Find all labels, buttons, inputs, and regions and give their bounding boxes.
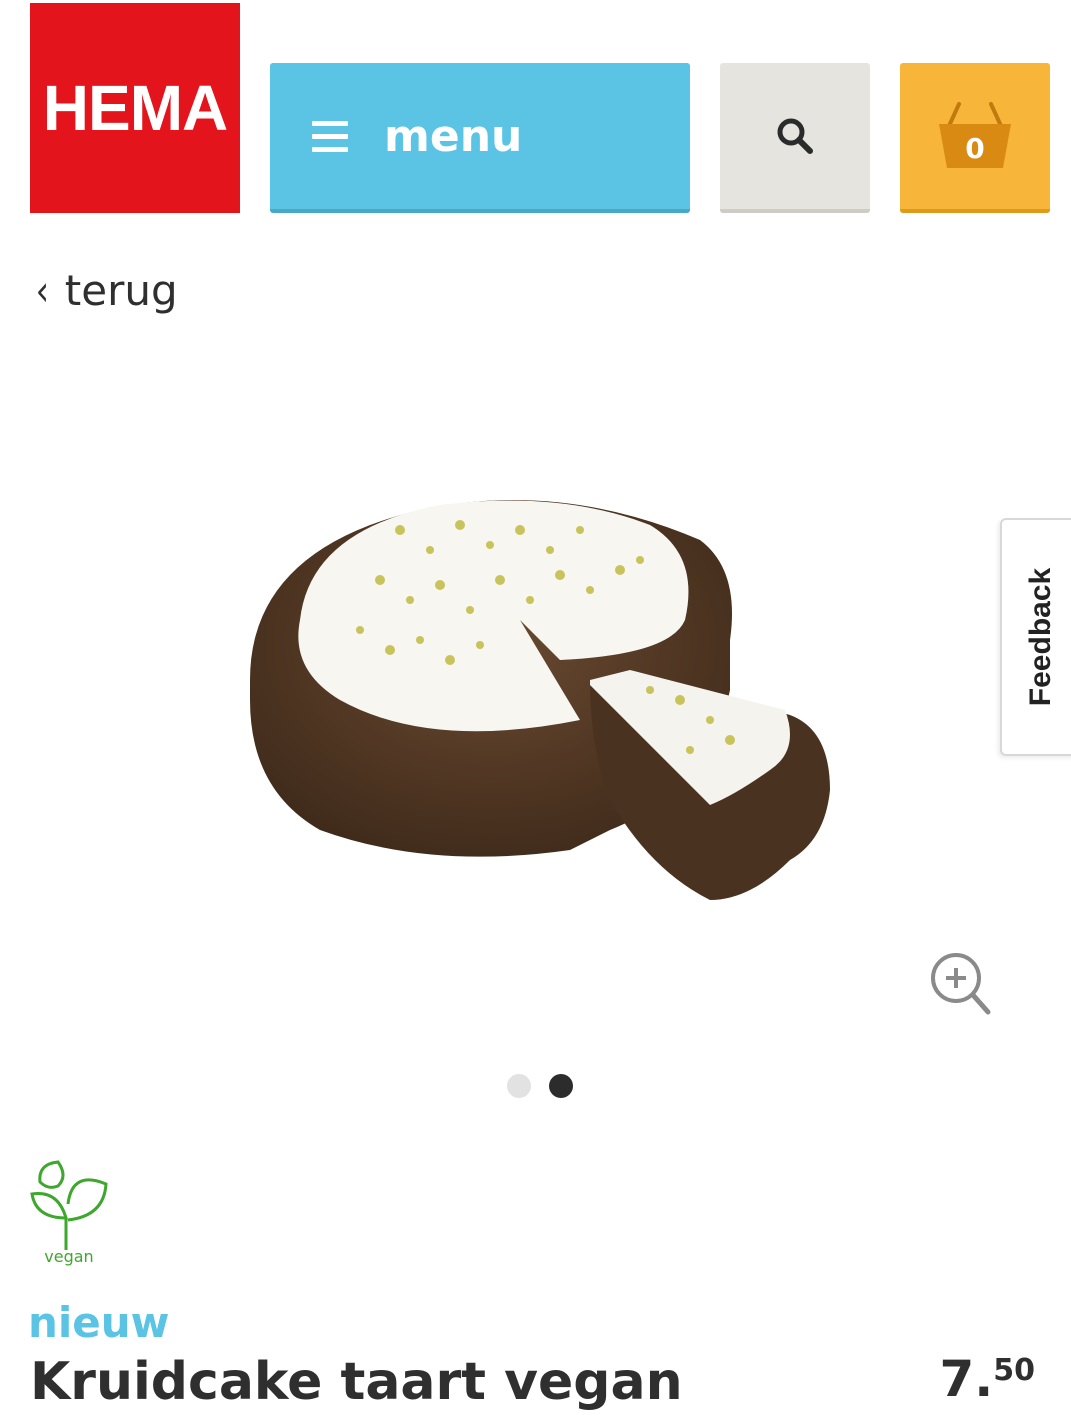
search-icon — [777, 118, 813, 154]
product-title: Kruidcake taart vegan — [30, 1352, 683, 1412]
hema-logo[interactable]: HEMA — [30, 3, 240, 213]
carousel-dots — [507, 1074, 573, 1098]
menu-button[interactable]: menu — [270, 63, 690, 213]
price-cents: 50 — [993, 1353, 1035, 1388]
feedback-tab[interactable]: Feedback — [1000, 518, 1071, 756]
cart-count: 0 — [965, 132, 985, 165]
back-label: terug — [64, 266, 178, 315]
product-price: 7. 50 — [939, 1350, 1035, 1408]
search-button[interactable] — [720, 63, 870, 213]
menu-label: menu — [384, 110, 523, 162]
vegan-label: vegan — [44, 1247, 94, 1266]
cart-button[interactable]: 0 — [900, 63, 1050, 213]
carousel-dot-2[interactable] — [549, 1074, 573, 1098]
product-image[interactable] — [230, 470, 850, 930]
logo-text: HEMA — [42, 72, 228, 144]
back-link[interactable]: ‹ terug — [34, 266, 178, 315]
zoom-in-icon[interactable] — [928, 950, 992, 1016]
hamburger-icon — [312, 118, 348, 154]
chevron-left-icon: ‹ — [35, 266, 50, 315]
new-tag: nieuw — [28, 1298, 170, 1347]
carousel-dot-1[interactable] — [507, 1074, 531, 1098]
price-euros: 7 — [939, 1350, 975, 1408]
feedback-label: Feedback — [1024, 567, 1057, 707]
